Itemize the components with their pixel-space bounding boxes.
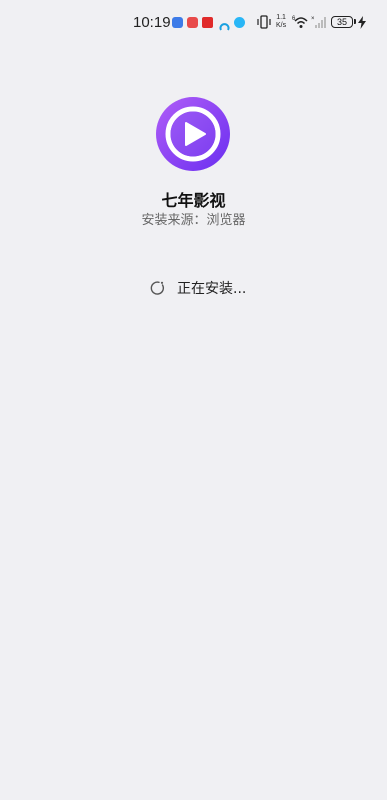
app-notification-red-tv-icon: [202, 17, 213, 28]
play-icon: [156, 97, 230, 171]
install-source: 安装来源：浏览器: [141, 213, 246, 228]
battery-tip: [354, 19, 356, 24]
app-notification-arc-icon: [219, 17, 230, 31]
loading-spinner-icon: [150, 281, 165, 295]
app-notification-globe-icon: [234, 17, 245, 28]
network-speed: 1.1 K/s: [276, 14, 286, 30]
app-icon: [156, 97, 230, 171]
network-speed-value: 1.1: [276, 14, 286, 21]
wifi-icon: 6: [292, 14, 310, 30]
charging-icon: [358, 14, 366, 30]
app-name: 七年影视: [161, 191, 226, 210]
app-notification-red-icon: [187, 17, 198, 28]
svg-text:×: ×: [311, 16, 315, 22]
battery-indicator: 35: [331, 16, 353, 28]
app-notification-blue-icon: [172, 17, 183, 28]
status-bar: 10:19 1.1 K/s 6 × 35: [0, 0, 387, 44]
install-status: 正在安装...: [149, 279, 246, 297]
vibrate-icon: [256, 14, 272, 30]
cellular-signal-icon: ×: [311, 14, 328, 30]
network-speed-unit: K/s: [276, 22, 287, 29]
status-time: 10:19: [133, 14, 171, 31]
install-status-label: 正在安装...: [177, 281, 247, 297]
